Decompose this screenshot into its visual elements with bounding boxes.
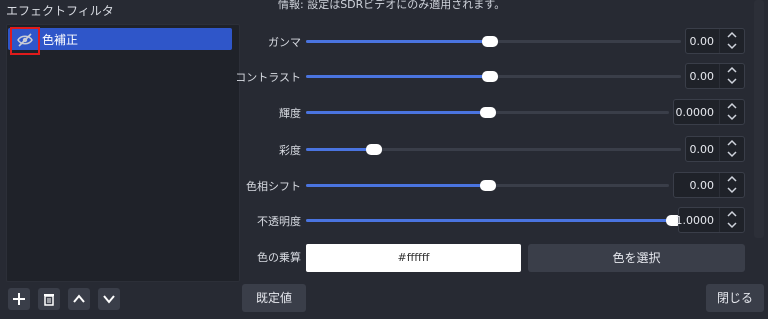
control-2-slider[interactable] <box>306 107 669 118</box>
control-3-label: 彩度 <box>279 144 301 157</box>
chevron-down-icon[interactable] <box>726 220 738 230</box>
control-1-label: コントラスト <box>235 71 301 84</box>
chevron-up-icon[interactable] <box>726 209 738 219</box>
control-4-slider-fill <box>306 184 488 187</box>
control-2-slider-thumb[interactable] <box>480 107 496 118</box>
control-0-stepper[interactable] <box>719 29 744 53</box>
control-0-slider-fill <box>306 40 490 43</box>
control-1-slider-thumb[interactable] <box>482 71 498 82</box>
control-0-spinbox[interactable]: 0.00 <box>685 28 745 54</box>
chevron-down-icon[interactable] <box>726 41 738 51</box>
control-4-stepper[interactable] <box>719 173 744 197</box>
control-0-label: ガンマ <box>268 36 301 49</box>
control-3-spinbox[interactable]: 0.00 <box>685 136 745 162</box>
remove-filter-button[interactable] <box>38 288 60 310</box>
control-2-stepper[interactable] <box>719 100 744 124</box>
control-1-slider[interactable] <box>306 71 681 82</box>
arrow-up-icon <box>73 294 85 303</box>
control-5-value[interactable]: 1.0000 <box>676 214 715 227</box>
defaults-button[interactable]: 既定値 <box>242 284 306 312</box>
close-button[interactable]: 閉じる <box>706 284 764 312</box>
control-4-slider[interactable] <box>306 180 669 191</box>
chevron-up-icon[interactable] <box>726 30 738 40</box>
control-5-spinbox[interactable]: 1.0000 <box>676 207 745 233</box>
control-4-spinbox[interactable]: 0.00 <box>673 172 745 198</box>
chevron-up-icon[interactable] <box>726 101 738 111</box>
control-4-slider-thumb[interactable] <box>480 180 496 191</box>
move-up-button[interactable] <box>68 288 90 310</box>
control-0-slider[interactable] <box>306 36 681 47</box>
control-4-label: 色相シフト <box>246 180 301 193</box>
control-2-spinbox[interactable]: 0.0000 <box>673 99 745 125</box>
add-filter-button[interactable] <box>8 288 30 310</box>
control-3-stepper[interactable] <box>719 137 744 161</box>
control-1-spinbox[interactable]: 0.00 <box>685 63 745 89</box>
filter-label: 色補正 <box>42 33 79 47</box>
control-3-slider-fill <box>306 148 374 151</box>
control-1-slider-fill <box>306 75 490 78</box>
filters-title: エフェクトフィルタ <box>6 4 114 18</box>
control-5-stepper[interactable] <box>719 208 744 232</box>
control-0-value[interactable]: 0.00 <box>690 35 715 48</box>
chevron-down-icon[interactable] <box>726 149 738 159</box>
eye-hidden-icon[interactable] <box>16 31 34 49</box>
arrow-down-icon <box>103 295 115 304</box>
chevron-down-icon[interactable] <box>726 112 738 122</box>
control-2-label: 輝度 <box>279 107 301 120</box>
trash-icon <box>44 294 54 306</box>
chevron-down-icon[interactable] <box>726 185 738 195</box>
pick-color-button[interactable]: 色を選択 <box>528 244 745 272</box>
control-3-slider[interactable] <box>306 144 681 155</box>
control-0-slider-thumb[interactable] <box>482 36 498 47</box>
control-3-slider-thumb[interactable] <box>366 144 382 155</box>
move-down-button[interactable] <box>98 288 120 310</box>
control-5-slider[interactable] <box>306 215 682 226</box>
chevron-down-icon[interactable] <box>726 76 738 86</box>
control-2-slider-fill <box>306 111 488 114</box>
color-swatch: #ffffff <box>306 244 521 272</box>
chevron-up-icon[interactable] <box>726 174 738 184</box>
control-2-value[interactable]: 0.0000 <box>676 106 715 119</box>
control-1-stepper[interactable] <box>719 64 744 88</box>
control-5-slider-fill <box>306 219 674 222</box>
filter-list <box>6 24 240 282</box>
control-3-value[interactable]: 0.00 <box>690 143 715 156</box>
color-multiply-label: 色の乗算 <box>257 251 301 264</box>
chevron-up-icon[interactable] <box>726 65 738 75</box>
control-4-value[interactable]: 0.00 <box>690 179 715 192</box>
scrollbar[interactable] <box>754 0 764 238</box>
add-icon <box>13 293 25 305</box>
control-5-label: 不透明度 <box>257 215 301 228</box>
control-1-value[interactable]: 0.00 <box>690 70 715 83</box>
chevron-up-icon[interactable] <box>726 138 738 148</box>
info-note: 情報: 設定はSDRビデオにのみ適用されます。 <box>278 0 506 11</box>
